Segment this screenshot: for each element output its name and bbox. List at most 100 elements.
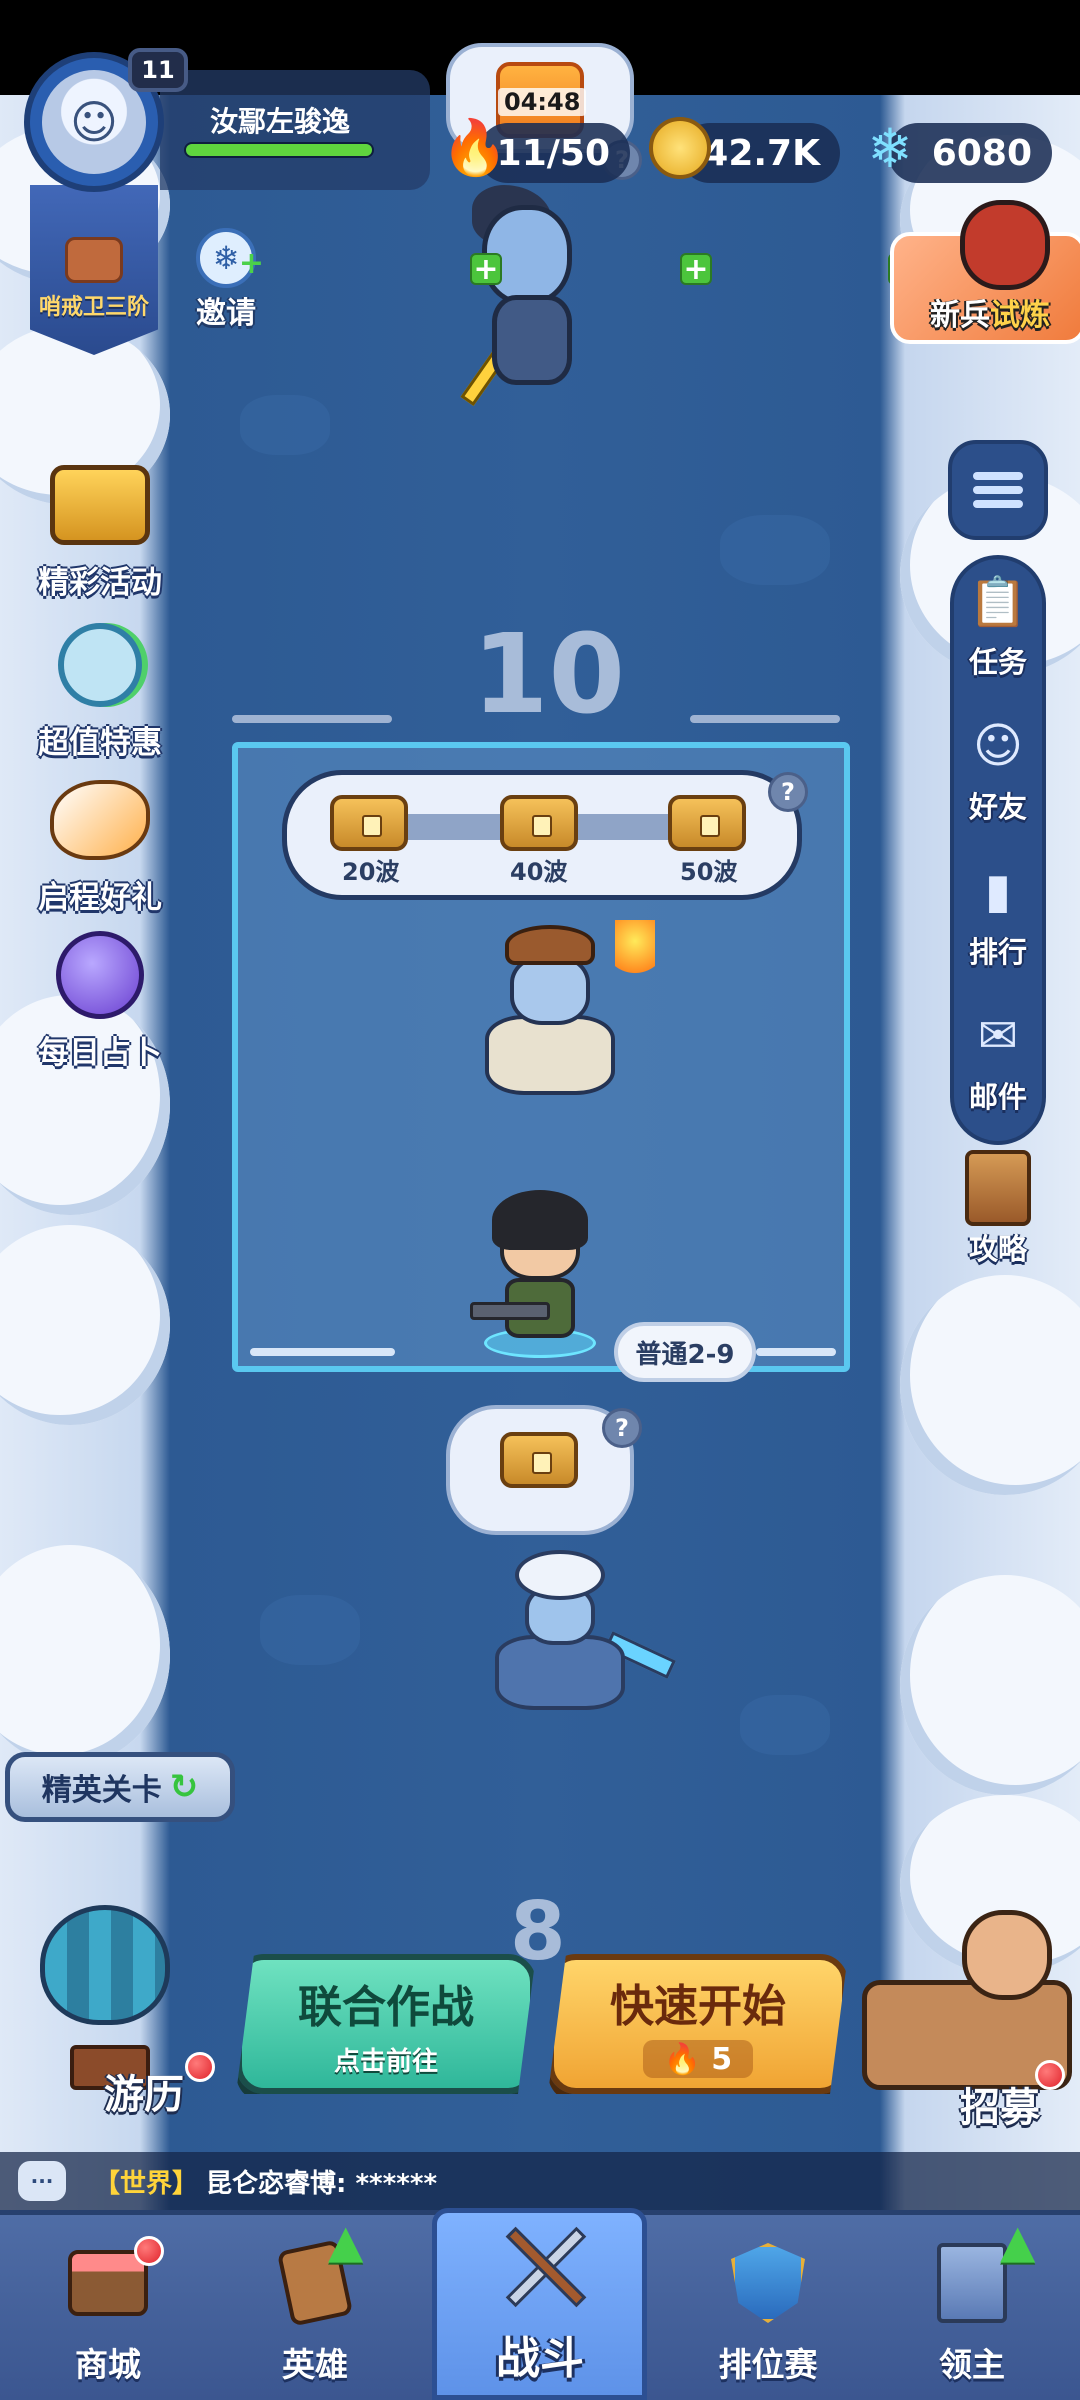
- offline-timer: 04:48: [498, 88, 587, 116]
- wave-divider: [690, 715, 840, 723]
- level-badge: 11: [128, 48, 188, 92]
- notification-dot: [185, 2052, 215, 2082]
- right-menu-label: 好友: [968, 790, 1027, 824]
- hot-air-balloon-icon: [40, 1905, 170, 2025]
- wave-divider: [756, 1348, 836, 1356]
- nav-shop[interactable]: 商城: [8, 2210, 208, 2400]
- upgrade-arrow-icon: ▲: [328, 2214, 364, 2268]
- right-menu-friends[interactable]: ☺ 好友: [946, 710, 1050, 826]
- co-op-subtitle: 点击前往: [333, 2046, 438, 2077]
- guide-book-icon: [958, 1150, 1038, 1226]
- notification-dot: [134, 2236, 164, 2266]
- rank-emblem-icon: [65, 237, 123, 283]
- right-menu-label: 攻略: [968, 1232, 1027, 1266]
- recruit-label: 招募: [960, 2085, 1040, 2131]
- enemy-yeti: [455, 1550, 676, 1710]
- right-menu-label: 任务: [968, 645, 1027, 679]
- rank-label: 哨戒卫三阶: [38, 295, 149, 320]
- crystal-ball-icon: [45, 925, 155, 1025]
- nav-lord[interactable]: 领主: [872, 2210, 1072, 2400]
- reward-chest-icon: [500, 1432, 578, 1488]
- snow-tree: [0, 1545, 170, 1765]
- world-chat-bar[interactable]: ··· 【世界】 昆仑宓睿博: ******: [0, 2152, 1080, 2210]
- player-hp-bar: [184, 142, 374, 158]
- reward-chest-icon[interactable]: [330, 795, 408, 851]
- menu-toggle-button[interactable]: [948, 440, 1048, 540]
- add-gold-button[interactable]: +: [680, 252, 712, 287]
- right-menu-label: 排行: [968, 935, 1027, 969]
- enemy-boss-top: [452, 185, 612, 445]
- elite-stage-button[interactable]: 精英关卡 ↻: [5, 1752, 235, 1822]
- nav-label: 排位赛: [718, 2345, 818, 2384]
- river-rock: [260, 1595, 360, 1665]
- right-menu-guide[interactable]: 攻略: [946, 1150, 1050, 1268]
- chat-channel: 【世界】: [94, 2168, 199, 2199]
- quick-start-cost: 🔥 5: [643, 2040, 753, 2078]
- quick-start-cost-value: 5: [711, 2041, 733, 2077]
- penguin-invite-icon: ❄ +: [196, 228, 264, 288]
- phoenix-bird-icon: [45, 770, 155, 870]
- flame-cost-icon: 🔥: [663, 2041, 702, 2077]
- player-hero: [470, 1190, 600, 1360]
- left-menu-label: 精彩活动: [38, 565, 162, 601]
- co-op-battle-button[interactable]: 联合作战 点击前往: [236, 1954, 536, 2094]
- chat-message: 昆仑宓睿博: ******: [206, 2168, 438, 2199]
- left-menu-deals[interactable]: 超值特惠: [20, 615, 180, 762]
- quick-start-title: 快速开始: [610, 1981, 786, 2032]
- player-hp-fill: [186, 144, 372, 156]
- crossed-weapons-icon: [495, 2222, 587, 2312]
- snow-tree: [900, 1275, 1080, 1495]
- clipboard-icon: 📋: [968, 573, 1028, 630]
- right-menu-mail[interactable]: ✉ 邮件: [946, 1000, 1050, 1116]
- help-icon[interactable]: ?: [602, 1408, 642, 1448]
- torch-icon: [615, 920, 655, 990]
- wave-divider: [250, 1348, 395, 1356]
- right-menu-ranking[interactable]: ▮ 排行: [946, 855, 1050, 971]
- bearded-warrior-icon: [962, 1910, 1052, 2000]
- gold-coin-icon: [645, 113, 715, 183]
- travel-label: 游历: [104, 2072, 184, 2118]
- reward-wave-label: 20波: [342, 858, 400, 886]
- friends-icon: ☺: [972, 718, 1024, 774]
- river-rock: [240, 395, 330, 455]
- upgrade-arrow-icon: ▲: [1000, 2214, 1036, 2268]
- menu-icon: [973, 472, 1023, 508]
- nav-label: 商城: [75, 2345, 141, 2384]
- left-menu-starter-gift[interactable]: 启程好礼: [20, 770, 180, 917]
- nav-label: 领主: [939, 2345, 1005, 2384]
- rank-banner[interactable]: 哨戒卫三阶: [30, 185, 158, 355]
- river-rock: [720, 515, 830, 585]
- quick-start-button[interactable]: 快速开始 🔥 5: [548, 1954, 848, 2094]
- left-menu-fortune[interactable]: 每日占卜: [20, 925, 180, 1072]
- chat-bubble-icon: ···: [18, 2161, 66, 2201]
- left-menu-events[interactable]: 精彩活动: [20, 455, 180, 602]
- nav-battle[interactable]: 战斗: [440, 2210, 640, 2400]
- nav-ranked[interactable]: 排位赛: [668, 2210, 868, 2400]
- nav-label: 英雄: [282, 2345, 348, 2384]
- invite-button[interactable]: ❄ + 邀请: [186, 228, 266, 332]
- clock-refresh-icon: [45, 615, 155, 715]
- left-menu-label: 超值特惠: [38, 725, 162, 761]
- nav-heroes[interactable]: 英雄: [215, 2210, 415, 2400]
- snow-tree: [0, 1225, 170, 1425]
- elite-stage-label: 精英关卡: [41, 1773, 162, 1808]
- left-menu-label: 启程好礼: [38, 880, 162, 916]
- mail-icon: ✉: [977, 1008, 1019, 1064]
- right-menu-tasks[interactable]: 📋 任务: [946, 565, 1050, 681]
- co-op-title: 联合作战: [298, 1981, 474, 2033]
- recruit-trial-label: 新兵试炼: [930, 298, 1050, 333]
- wave-divider: [232, 715, 392, 723]
- ice-crystal-icon: ❄: [867, 116, 913, 180]
- player-name: 汝鄢左骏逸: [210, 105, 351, 138]
- river-rock: [740, 1695, 830, 1755]
- help-icon[interactable]: ?: [768, 772, 808, 812]
- stage-difficulty-tag: 普通2-9: [614, 1322, 756, 1382]
- add-stamina-button[interactable]: +: [470, 252, 502, 287]
- reward-chest-icon[interactable]: [668, 795, 746, 851]
- notification-dot: [1035, 2060, 1065, 2090]
- reward-wave-label: 40波: [510, 858, 568, 886]
- invite-label: 邀请: [196, 296, 256, 331]
- right-menu-label: 邮件: [968, 1080, 1027, 1114]
- reward-chest-icon[interactable]: [500, 795, 578, 851]
- reward-wave-label: 50波: [680, 858, 738, 886]
